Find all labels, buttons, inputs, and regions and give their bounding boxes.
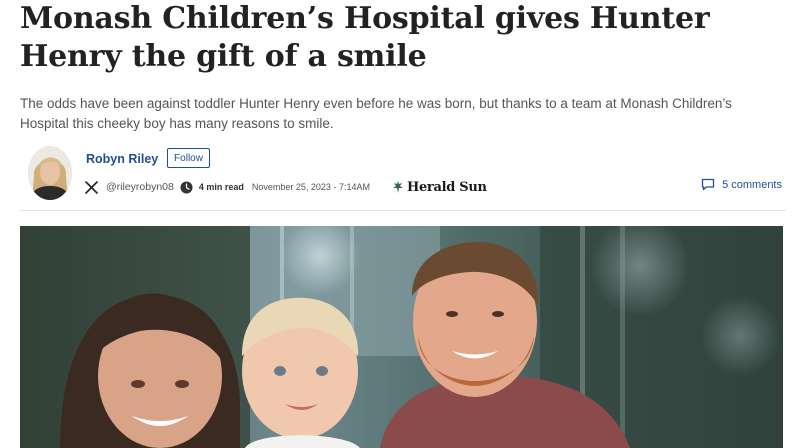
comments-link[interactable]: 5 comments [701,178,782,191]
x-icon[interactable] [84,180,98,194]
byline-meta: @rileyrobyn08 4 min read November 25, 20… [84,178,487,196]
comments-count: 5 comments [722,178,782,191]
hero-image[interactable] [20,226,783,448]
read-time: 4 min read [198,182,244,192]
author-name-link[interactable]: Robyn Riley [86,152,158,166]
herald-sun-logo[interactable]: Herald Sun [392,180,487,195]
byline: Robyn Riley Follow @rileyrobyn08 4 min r… [20,144,786,204]
publish-date: November 25, 2023 - 7:14AM [251,182,370,192]
author-handle[interactable]: @rileyrobyn08 [106,181,174,193]
article-standfirst: The odds have been against toddler Hunte… [20,96,732,131]
comment-icon [701,178,715,191]
clock-icon [180,181,193,194]
byline-divider [20,210,786,211]
brand-name: Herald Sun [406,179,487,195]
author-avatar[interactable] [28,146,72,200]
herald-crest-icon [392,181,403,193]
follow-button[interactable]: Follow [167,148,210,168]
article-headline: Monash Children’s Hospital gives Hunter … [20,1,710,74]
